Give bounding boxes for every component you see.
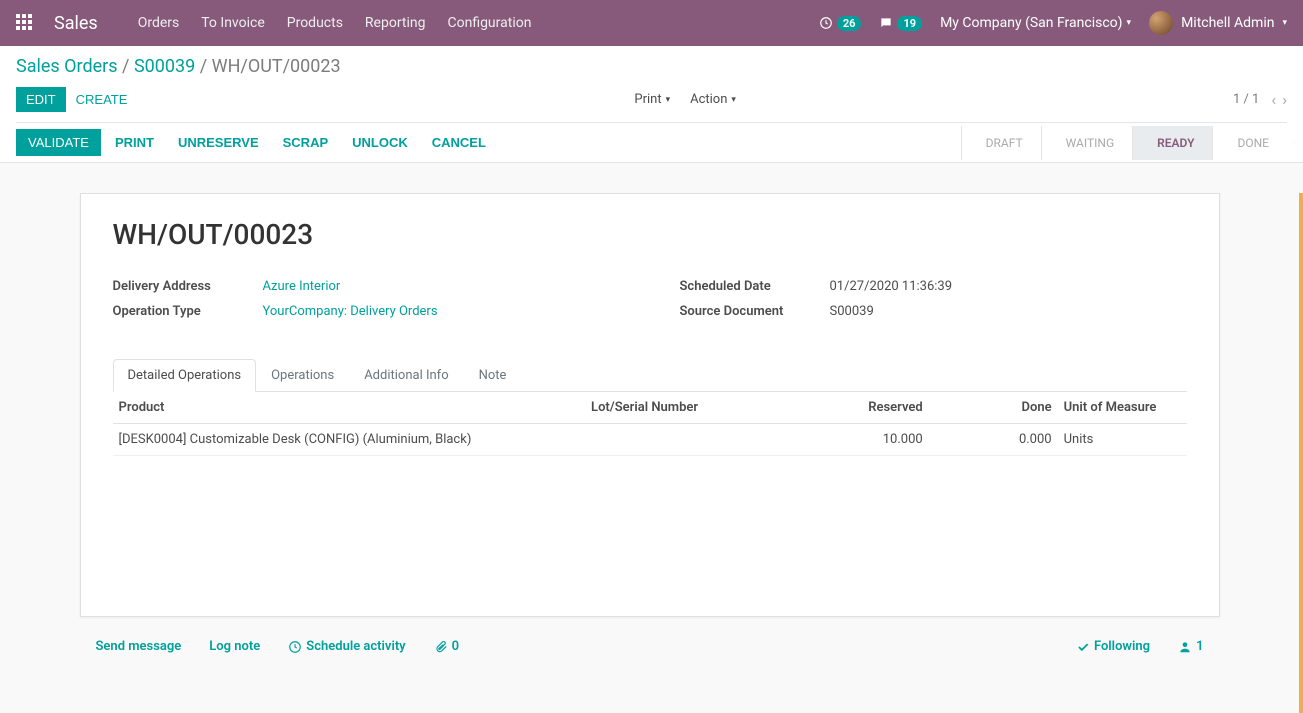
followers-number: 1 <box>1196 639 1203 654</box>
scrap-button[interactable]: SCRAP <box>273 129 339 156</box>
apps-icon[interactable] <box>16 14 34 32</box>
col-done[interactable]: Done <box>929 392 1058 424</box>
log-note-button[interactable]: Log note <box>209 639 260 654</box>
action-label: Action <box>690 92 727 107</box>
user-menu[interactable]: Mitchell Admin ▾ <box>1149 11 1287 35</box>
label-operation-type: Operation Type <box>113 304 263 319</box>
main-navbar: Sales Orders To Invoice Products Reporti… <box>0 0 1303 46</box>
nav-to-invoice[interactable]: To Invoice <box>201 15 265 31</box>
avatar <box>1149 11 1173 35</box>
send-message-button[interactable]: Send message <box>96 639 182 654</box>
stage-done[interactable]: DONE <box>1212 126 1287 160</box>
nav-right: 26 19 My Company (San Francisco) ▾ Mitch… <box>819 11 1287 35</box>
activity-indicator[interactable]: 26 <box>819 16 862 31</box>
form-sheet: WH/OUT/00023 Delivery Address Azure Inte… <box>80 193 1220 617</box>
attachments-count: 0 <box>452 639 459 654</box>
stage-draft[interactable]: DRAFT <box>961 126 1041 160</box>
label-source-document: Source Document <box>680 304 830 319</box>
app-brand: Sales <box>54 13 98 34</box>
cell-product: [DESK0004] Customizable Desk (CONFIG) (A… <box>113 424 586 456</box>
value-source-document: S00039 <box>830 304 1187 319</box>
nav-reporting[interactable]: Reporting <box>365 15 426 31</box>
edit-button[interactable]: EDIT <box>16 87 66 112</box>
unreserve-button[interactable]: UNRESERVE <box>168 129 269 156</box>
cell-uom: Units <box>1058 424 1187 456</box>
value-delivery-address[interactable]: Azure Interior <box>263 279 341 294</box>
paperclip-icon <box>434 640 448 654</box>
person-icon <box>1178 640 1192 654</box>
content-area: WH/OUT/00023 Delivery Address Azure Inte… <box>0 193 1303 713</box>
following-label: Following <box>1094 639 1150 654</box>
stage-ready[interactable]: READY <box>1132 126 1212 160</box>
company-switcher[interactable]: My Company (San Francisco) ▾ <box>940 15 1131 31</box>
tab-note[interactable]: Note <box>464 359 522 391</box>
label-scheduled-date: Scheduled Date <box>680 279 830 294</box>
cell-reserved: 10.000 <box>800 424 929 456</box>
following-button[interactable]: Following <box>1076 639 1150 654</box>
chevron-down-icon: ▾ <box>666 95 671 105</box>
clock-icon <box>288 640 302 654</box>
tab-additional-info[interactable]: Additional Info <box>349 359 463 391</box>
chatter: Send message Log note Schedule activity … <box>80 629 1220 664</box>
statusbar: VALIDATE PRINT UNRESERVE SCRAP UNLOCK CA… <box>16 122 1287 162</box>
nav-products[interactable]: Products <box>287 15 343 31</box>
validate-button[interactable]: VALIDATE <box>16 129 101 156</box>
col-reserved[interactable]: Reserved <box>800 392 929 424</box>
label-delivery-address: Delivery Address <box>113 279 263 294</box>
col-uom[interactable]: Unit of Measure <box>1058 392 1187 424</box>
nav-links: Orders To Invoice Products Reporting Con… <box>138 15 532 31</box>
chevron-down-icon: ▾ <box>1282 18 1287 28</box>
print-dropdown[interactable]: Print ▾ <box>634 92 670 107</box>
tab-detailed-operations[interactable]: Detailed Operations <box>113 359 257 392</box>
attachments-button[interactable]: 0 <box>434 639 459 654</box>
breadcrumb-parent[interactable]: S00039 <box>134 56 195 77</box>
breadcrumb-root[interactable]: Sales Orders <box>16 56 118 77</box>
pager-prev[interactable]: ‹ <box>1271 90 1276 109</box>
detail-tabs: Detailed Operations Operations Additiona… <box>113 359 1187 392</box>
user-name: Mitchell Admin <box>1181 15 1274 31</box>
value-operation-type[interactable]: YourCompany: Delivery Orders <box>263 304 438 319</box>
nav-configuration[interactable]: Configuration <box>447 15 531 31</box>
record-title: WH/OUT/00023 <box>113 218 1187 251</box>
cell-done: 0.000 <box>929 424 1058 456</box>
breadcrumb: Sales Orders / S00039 / WH/OUT/00023 <box>16 56 1287 77</box>
chevron-down-icon: ▾ <box>731 95 736 105</box>
schedule-activity-button[interactable]: Schedule activity <box>288 639 405 654</box>
pager-next[interactable]: › <box>1282 90 1287 109</box>
company-name: My Company (San Francisco) <box>940 15 1122 31</box>
print-button[interactable]: PRINT <box>105 129 164 156</box>
pager-text: 1 / 1 <box>1233 92 1259 107</box>
discuss-indicator[interactable]: 19 <box>879 16 922 31</box>
cell-lot <box>585 424 800 456</box>
followers-button[interactable]: 1 <box>1178 639 1203 654</box>
clock-icon <box>819 16 833 30</box>
discuss-count: 19 <box>897 16 922 31</box>
chat-icon <box>879 16 893 30</box>
create-button[interactable]: CREATE <box>66 87 138 112</box>
breadcrumb-current: WH/OUT/00023 <box>212 56 341 77</box>
status-stages: DRAFT WAITING READY DONE <box>961 126 1287 160</box>
activity-count: 26 <box>837 16 862 31</box>
operations-table: Product Lot/Serial Number Reserved Done … <box>113 392 1187 456</box>
col-product[interactable]: Product <box>113 392 586 424</box>
chevron-down-icon: ▾ <box>1127 18 1132 28</box>
col-lot[interactable]: Lot/Serial Number <box>585 392 800 424</box>
action-dropdown[interactable]: Action ▾ <box>690 92 736 107</box>
value-scheduled-date: 01/27/2020 11:36:39 <box>830 279 1187 294</box>
unlock-button[interactable]: UNLOCK <box>342 129 418 156</box>
check-icon <box>1076 640 1090 654</box>
cancel-button[interactable]: CANCEL <box>422 129 496 156</box>
stage-waiting[interactable]: WAITING <box>1041 126 1132 160</box>
tab-operations[interactable]: Operations <box>256 359 349 391</box>
print-label: Print <box>634 92 661 107</box>
schedule-label: Schedule activity <box>306 639 405 654</box>
table-row[interactable]: [DESK0004] Customizable Desk (CONFIG) (A… <box>113 424 1187 456</box>
control-panel: Sales Orders / S00039 / WH/OUT/00023 EDI… <box>0 46 1303 163</box>
nav-orders[interactable]: Orders <box>138 15 180 31</box>
